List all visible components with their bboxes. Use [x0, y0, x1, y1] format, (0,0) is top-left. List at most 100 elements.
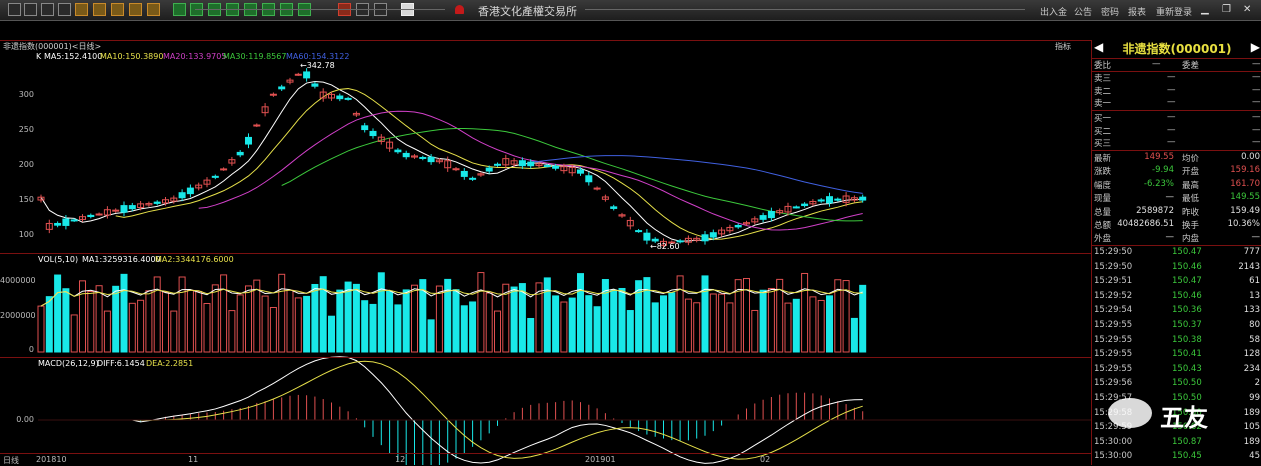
panel-divider [0, 357, 1091, 358]
volume-bar [137, 299, 145, 353]
volume-bar [352, 283, 360, 353]
stat-label: 总额 [1094, 221, 1112, 231]
candle [120, 205, 128, 213]
high-marker: ←342.78 [300, 61, 335, 70]
trade-tick-row: 15:29:52 150.46 13 [1092, 291, 1261, 303]
bid-price: — [1167, 137, 1176, 147]
macd-diff: DIFF:6.1454 [97, 359, 145, 368]
ask-price: — [1167, 84, 1176, 95]
stat-value: — [1165, 192, 1175, 203]
x-tick: 12 [395, 455, 406, 464]
volume-bar [676, 275, 684, 353]
volume-bar [62, 288, 70, 353]
stat-value: 159.16 [1230, 165, 1260, 176]
volume-bar [170, 310, 178, 353]
tab-indicator[interactable]: 指标 [1055, 41, 1071, 52]
trade-tick-row: 15:29:55 150.43 234 [1092, 364, 1261, 376]
chart-header: 非遗指数(000001)<日线> [3, 42, 102, 51]
trade-tick-row: 15:29:56 150.50 2 [1092, 378, 1261, 390]
candle [95, 213, 103, 216]
tick-price: 150.41 [1172, 349, 1202, 360]
volume-bar [469, 301, 477, 353]
bid-volume: — [1252, 137, 1261, 147]
kline-chart[interactable] [0, 0, 1091, 465]
stat-label: 幅度 [1094, 180, 1112, 191]
bid-label: 买三 [1094, 139, 1112, 149]
stat-value: 0.00 [1241, 152, 1260, 162]
stat-row: 涨跌 -9.94 开盘 159.16 [1092, 165, 1261, 177]
macd-label: MACD(26,12,9) [38, 359, 99, 368]
macd-dea: DEA:2.2851 [146, 359, 194, 368]
candle [178, 192, 186, 199]
close-icon[interactable]: ✕ [1243, 4, 1251, 15]
stat-row: 总量 2589872 昨收 159.49 [1092, 206, 1261, 218]
stat-row: 外盘 — 内盘 — [1092, 232, 1261, 244]
menu-report[interactable]: 报表 [1128, 5, 1146, 18]
ask-volume: — [1252, 84, 1261, 95]
volume-bar [286, 289, 294, 353]
volume-bar [228, 310, 236, 353]
tick-volume: 189 [1243, 407, 1260, 418]
tick-volume: 234 [1243, 363, 1260, 374]
volume-bar [660, 295, 667, 353]
wechat-icon [1108, 398, 1152, 428]
tick-volume: 777 [1243, 247, 1260, 257]
restore-icon[interactable]: ❐ [1222, 4, 1231, 15]
ask-label: 卖二 [1094, 86, 1112, 97]
volume-bar [817, 299, 825, 353]
volume-bar [95, 285, 103, 353]
candle [834, 198, 842, 201]
candle [709, 232, 717, 238]
k-label: K [36, 52, 42, 61]
candle [311, 83, 319, 87]
tick-time: 15:29:50 [1094, 261, 1133, 272]
vol-tick: 4000000 [0, 276, 36, 285]
stat-label: 开盘 [1182, 167, 1200, 178]
stat-value: 10.36% [1227, 219, 1260, 229]
volume-bar [718, 293, 726, 353]
x-tick: 日线 [3, 456, 19, 465]
volume-bar [37, 305, 45, 353]
volume-bar [452, 289, 460, 353]
tick-volume: 2143 [1238, 261, 1260, 272]
stat-row: 总额 40482686.51 换手 10.36% [1092, 219, 1261, 231]
volume-bar [186, 289, 194, 353]
tick-time: 15:29:55 [1094, 349, 1133, 360]
ask-label: 卖一 [1094, 99, 1112, 109]
tick-price: 150.37 [1172, 320, 1202, 330]
tick-volume: 58 [1249, 334, 1260, 345]
volume-bar [319, 276, 327, 353]
vol-tick: 0 [28, 345, 34, 354]
stat-value: — [1251, 232, 1261, 243]
trade-tick-row: 15:30:00 150.87 189 [1092, 437, 1261, 449]
bid-label: 买二 [1094, 126, 1112, 137]
bid-price: — [1167, 112, 1176, 122]
minimize-icon[interactable]: ▁ [1201, 4, 1209, 15]
volume-bar [510, 286, 518, 353]
volume-bar [145, 290, 153, 353]
stat-label: 现量 [1094, 194, 1112, 205]
candle [336, 95, 344, 100]
volume-bar [178, 276, 186, 353]
volume-bar [684, 298, 692, 353]
candle [278, 86, 286, 90]
tick-volume: 61 [1249, 276, 1260, 287]
tick-volume: 128 [1243, 349, 1260, 360]
menu-relogin[interactable]: 重新登录 [1156, 5, 1192, 18]
watermark: 五友 [1108, 396, 1226, 432]
tick-time: 15:29:51 [1094, 276, 1133, 287]
ma10-line [115, 88, 863, 240]
candle [427, 156, 435, 163]
candle [245, 136, 252, 145]
tick-price: 150.46 [1172, 261, 1202, 272]
ma60-label: MA60:154.3122 [286, 52, 350, 61]
bid-label: 买一 [1094, 114, 1112, 124]
bid-volume: — [1252, 124, 1261, 135]
menu-password[interactable]: 密码 [1101, 5, 1119, 18]
candle [394, 149, 402, 153]
bid-price: — [1167, 124, 1176, 135]
bid-row: 买三 — — [1092, 137, 1261, 149]
volume-bar [236, 294, 244, 353]
volume-bar [701, 275, 709, 353]
volume-bar [585, 295, 593, 353]
